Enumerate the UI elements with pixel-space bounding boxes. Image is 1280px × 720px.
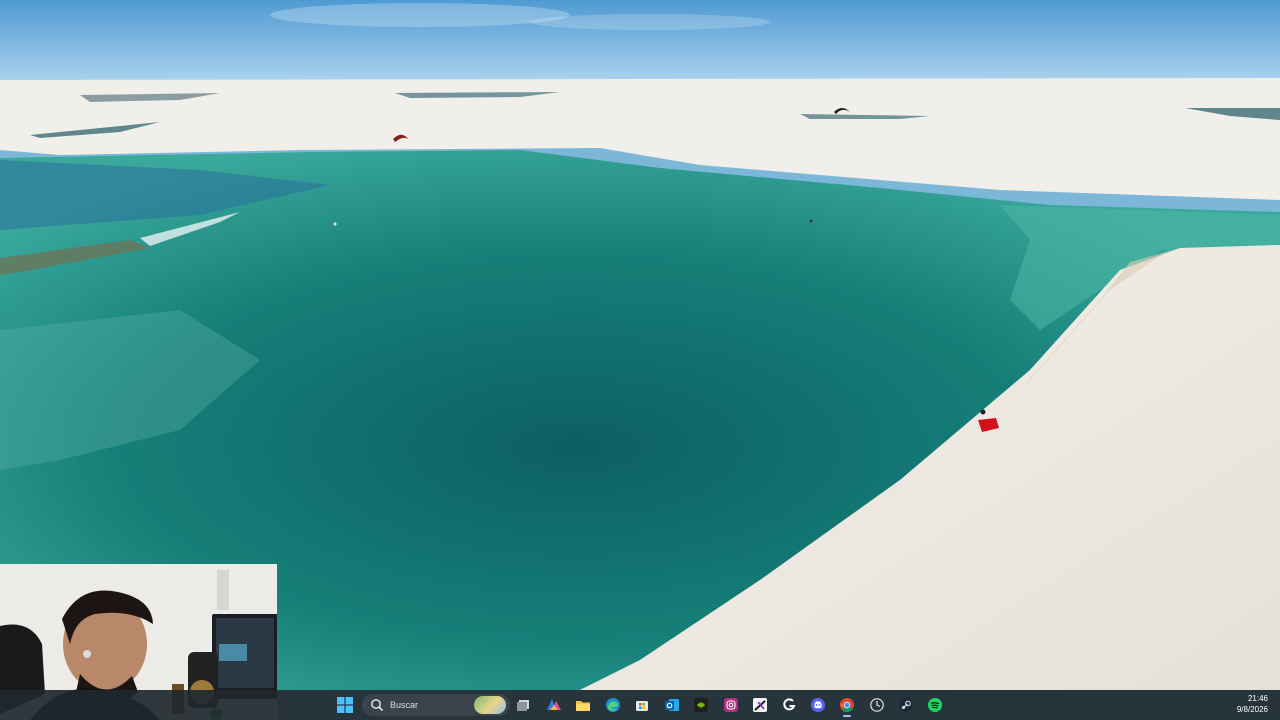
edge-icon <box>606 698 620 712</box>
taskbar-app-clock[interactable] <box>865 693 889 717</box>
discord-icon <box>811 698 825 712</box>
clock-icon <box>870 698 884 712</box>
steam-icon <box>899 698 913 712</box>
clock-time: 21:46 <box>1247 694 1268 703</box>
taskbar-app-outlook[interactable] <box>660 693 684 717</box>
folder-icon <box>576 701 590 711</box>
taskbar-search-box[interactable]: Buscar <box>362 694 510 716</box>
clock-date: 9/8/2026 <box>1236 705 1268 714</box>
nvidia-icon <box>694 698 708 712</box>
outlook-icon <box>665 699 679 711</box>
taskbar-app-g-hub[interactable] <box>777 693 801 717</box>
instagram-icon <box>724 698 738 712</box>
taskbar-app-chrome[interactable] <box>835 693 859 717</box>
task-view-icon <box>517 700 529 711</box>
taskbar-app-task-view[interactable] <box>512 693 536 717</box>
search-highlight-icon <box>474 696 506 714</box>
widgets-icon <box>547 699 561 710</box>
taskbar: Buscar 21:46 9/8/2026 <box>0 690 1280 720</box>
taskbar-app-edge[interactable] <box>601 693 625 717</box>
capcut-icon <box>753 698 767 712</box>
taskbar-app-spotify[interactable] <box>923 693 947 717</box>
taskbar-app-widgets[interactable] <box>542 693 566 717</box>
search-placeholder: Buscar <box>390 700 419 710</box>
system-clock[interactable]: 21:46 9/8/2026 <box>1237 693 1268 715</box>
taskbar-app-file-explorer[interactable] <box>571 693 595 717</box>
sky <box>0 0 1280 80</box>
search-icon <box>371 699 384 712</box>
taskbar-app-steam[interactable] <box>894 693 918 717</box>
spotify-icon <box>928 698 942 712</box>
taskbar-app-capcut[interactable] <box>748 693 772 717</box>
store-icon <box>636 701 648 711</box>
chrome-icon <box>840 698 854 713</box>
taskbar-app-store[interactable] <box>630 693 654 717</box>
ghub-icon <box>783 698 796 711</box>
taskbar-app-instagram[interactable] <box>719 693 743 717</box>
taskbar-app-discord[interactable] <box>806 693 830 717</box>
windows-logo-icon <box>337 697 353 713</box>
taskbar-app-nvidia[interactable] <box>689 693 713 717</box>
start-button[interactable] <box>333 693 357 717</box>
